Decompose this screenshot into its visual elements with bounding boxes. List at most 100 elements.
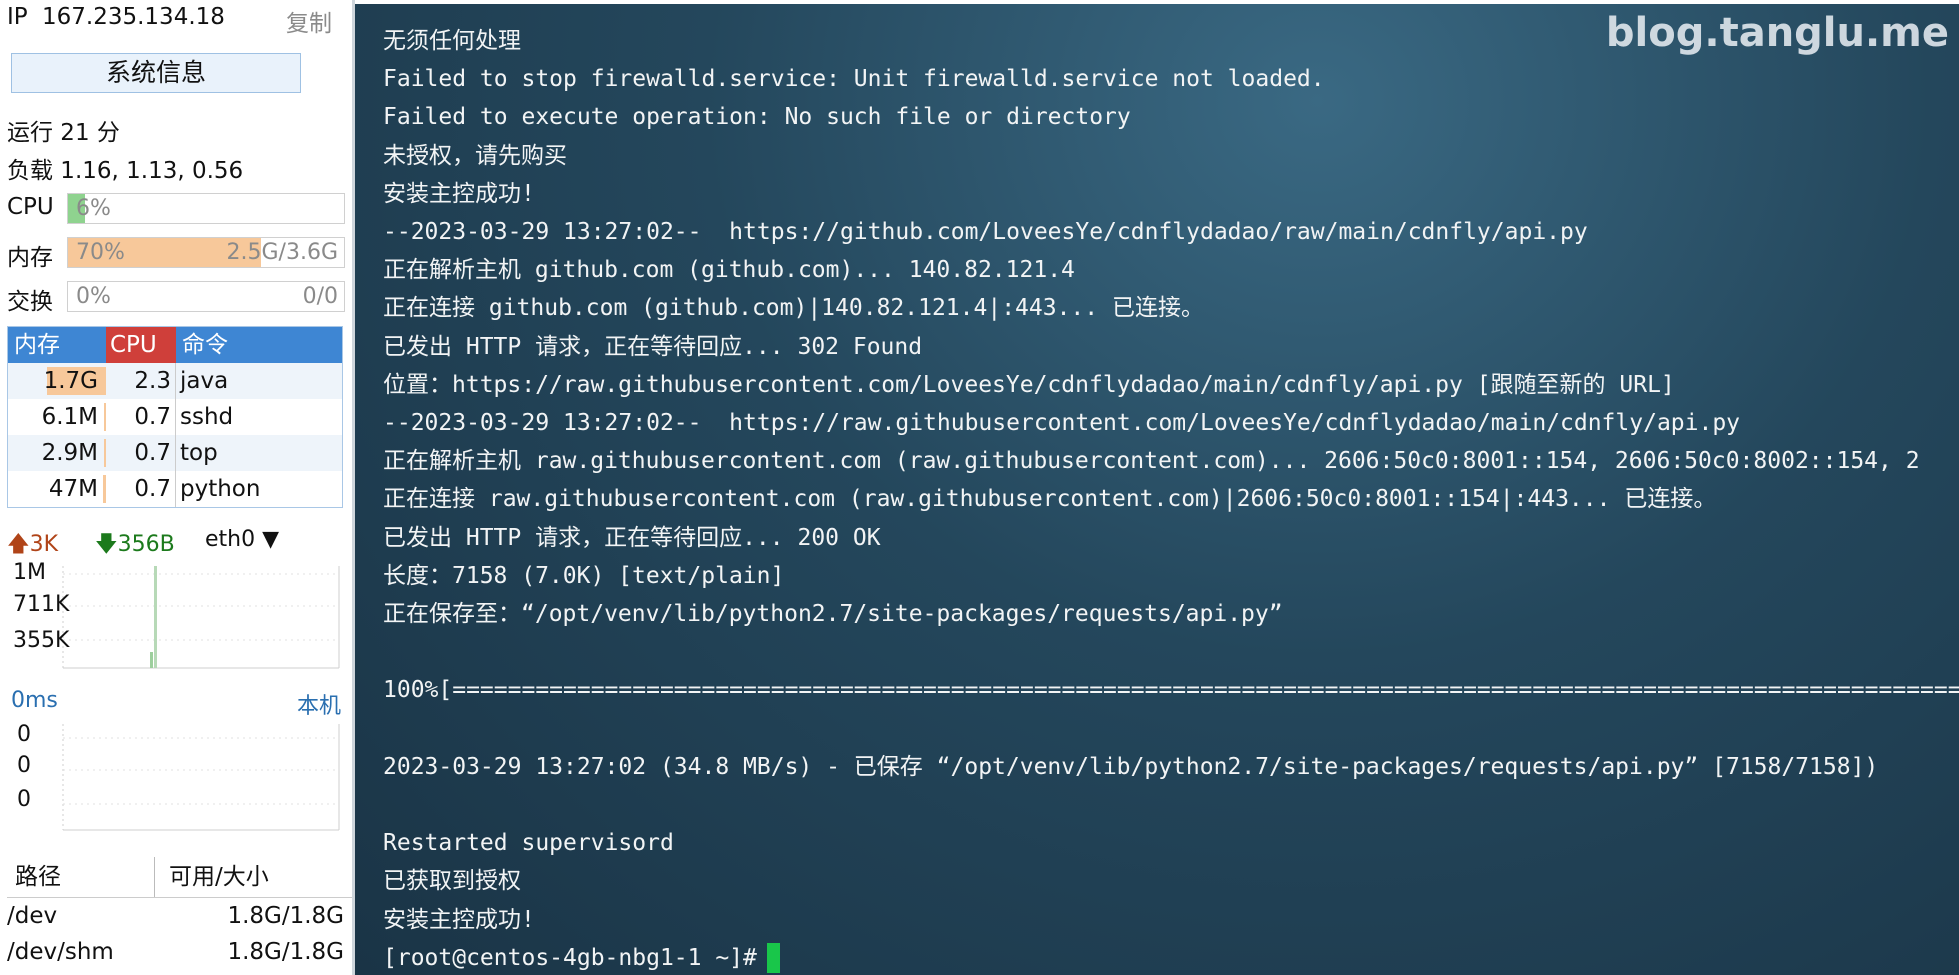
sort-by-cpu-header[interactable]: CPU bbox=[106, 327, 176, 363]
terminal-line: 长度：7158 (7.0K) [text/plain] bbox=[383, 563, 785, 589]
memory-usage: 2.5G/3.6G bbox=[226, 240, 338, 265]
terminal-line: 安装主控成功! bbox=[383, 907, 535, 933]
terminal-line: 正在解析主机 raw.githubusercontent.com (raw.gi… bbox=[383, 448, 1920, 474]
disk-size: 1.8G/1.8G bbox=[227, 939, 344, 965]
memory-label: 内存 bbox=[7, 245, 53, 271]
sort-by-memory-header[interactable]: 内存 bbox=[8, 327, 106, 363]
process-memory: 6.1M bbox=[8, 399, 106, 435]
terminal-line: 正在保存至：“/opt/venv/lib/python2.7/site-pack… bbox=[383, 601, 1283, 627]
terminal-line: 位置：https://raw.githubusercontent.com/Lov… bbox=[383, 372, 1675, 398]
disk-row: /dev 1.8G/1.8G bbox=[7, 898, 352, 934]
ping-latency: 0ms bbox=[11, 688, 58, 713]
uptime-text: 运行 21 分 bbox=[7, 120, 120, 146]
swap-meter-row: 交换 0% 0/0 bbox=[7, 281, 345, 315]
watermark: blog.tanglu.me bbox=[1605, 10, 1949, 56]
system-info-button[interactable]: 系统信息 bbox=[11, 53, 301, 93]
terminal-line: Failed to execute operation: No such fil… bbox=[383, 104, 1131, 130]
cpu-label: CPU bbox=[7, 194, 54, 220]
ping-host-link[interactable]: 本机 bbox=[297, 688, 341, 720]
interface-dropdown[interactable]: eth0 ▼ bbox=[205, 527, 279, 552]
process-memory: 1.7G bbox=[8, 363, 106, 399]
swap-percent: 0% bbox=[76, 284, 111, 309]
process-table-header: 内存 CPU 命令 bbox=[8, 327, 342, 363]
disk-size-header[interactable]: 可用/大小 bbox=[155, 857, 352, 897]
process-memory-value: 2.9M bbox=[41, 440, 98, 466]
terminal-line: 已发出 HTTP 请求，正在等待回应... 200 OK bbox=[383, 525, 881, 551]
chart-y-label: 1M bbox=[13, 560, 46, 585]
caret-down-icon: ▼ bbox=[262, 527, 280, 552]
disk-table: 路径 可用/大小 /dev 1.8G/1.8G /dev/shm 1.8G/1.… bbox=[7, 857, 352, 970]
swap-usage: 0/0 bbox=[302, 284, 338, 309]
process-memory-value: 1.7G bbox=[43, 368, 98, 394]
ping-y-label: 0 bbox=[17, 722, 31, 747]
terminal-line: Restarted supervisord bbox=[383, 830, 674, 856]
process-memory: 47M bbox=[8, 471, 106, 507]
ip-label: IP bbox=[7, 4, 28, 30]
disk-path: /dev bbox=[7, 903, 58, 929]
process-memory-value: 6.1M bbox=[41, 404, 98, 430]
ip-row: IP 167.235.134.18 复制 bbox=[0, 4, 352, 37]
ping-y-label: 0 bbox=[17, 787, 31, 812]
upload-speed-value: 3K bbox=[29, 532, 59, 557]
process-cpu: 2.3 bbox=[106, 363, 176, 399]
load-text: 负载 1.16, 1.13, 0.56 bbox=[7, 158, 244, 184]
terminal-line: 2023-03-29 13:27:02 (34.8 MB/s) - 已保存 “/… bbox=[383, 754, 1879, 780]
copy-ip-button[interactable]: 复制 bbox=[286, 4, 332, 38]
process-cpu: 0.7 bbox=[106, 471, 176, 507]
terminal-line: --2023-03-29 13:27:02-- https://raw.gith… bbox=[383, 410, 1741, 436]
disk-table-header: 路径 可用/大小 bbox=[7, 857, 352, 898]
shell-prompt: [root@centos-4gb-nbg1-1 ~]# bbox=[383, 945, 757, 971]
arrow-down-icon: 🡇 bbox=[95, 532, 118, 557]
chart-y-label: 355K bbox=[13, 628, 70, 653]
traffic-bar bbox=[150, 652, 153, 668]
terminal-line: 已发出 HTTP 请求，正在等待回应... 302 Found bbox=[383, 334, 923, 360]
process-command: python bbox=[180, 476, 261, 502]
process-row[interactable]: 2.9M 0.7 top bbox=[8, 435, 342, 471]
disk-size: 1.8G/1.8G bbox=[227, 903, 344, 929]
disk-path-header[interactable]: 路径 bbox=[7, 857, 155, 897]
terminal-line: 已获取到授权 bbox=[383, 868, 521, 894]
process-row[interactable]: 1.7G 2.3 java bbox=[8, 363, 342, 399]
disk-path: /dev/shm bbox=[7, 939, 114, 965]
terminal-panel[interactable]: blog.tanglu.me 无须任何处理 Failed to stop fire… bbox=[355, 4, 1959, 975]
ping-y-label: 0 bbox=[17, 753, 31, 778]
process-memory-value: 47M bbox=[48, 476, 98, 502]
cpu-percent: 6% bbox=[76, 196, 111, 221]
command-header[interactable]: 命令 bbox=[176, 327, 342, 363]
terminal-line: 安装主控成功! bbox=[383, 181, 535, 207]
network-speed-row: 🡅3K 🡇356B eth0 ▼ bbox=[7, 527, 342, 557]
download-speed-value: 356B bbox=[117, 532, 175, 557]
prompt-line[interactable]: [root@centos-4gb-nbg1-1 ~]# bbox=[383, 943, 780, 973]
terminal-line: 100%[===================================… bbox=[383, 677, 1959, 703]
ping-chart-svg bbox=[62, 724, 340, 831]
terminal-line: 无须任何处理 bbox=[383, 28, 521, 54]
process-command: top bbox=[180, 440, 218, 466]
memory-percent: 70% bbox=[76, 240, 125, 265]
swap-meter: 0% 0/0 bbox=[67, 281, 345, 312]
network-traffic-chart: 1M 711K 355K bbox=[7, 560, 341, 670]
memory-meter: 70% 2.5G/3.6G bbox=[67, 237, 345, 268]
terminal-line: 未授权，请先购买 bbox=[383, 143, 567, 169]
process-memory: 2.9M bbox=[8, 435, 106, 471]
process-row[interactable]: 6.1M 0.7 sshd bbox=[8, 399, 342, 435]
memory-meter-row: 内存 70% 2.5G/3.6G bbox=[7, 237, 345, 271]
process-cpu: 0.7 bbox=[106, 399, 176, 435]
chart-y-label: 711K bbox=[13, 592, 70, 617]
arrow-up-icon: 🡅 bbox=[7, 532, 30, 557]
cpu-meter: 6% bbox=[67, 193, 345, 224]
swap-label: 交换 bbox=[7, 289, 53, 315]
ping-row: 0ms 本机 bbox=[11, 688, 341, 720]
status-sidebar: IP 167.235.134.18 复制 系统信息 运行 21 分 负载 1.1… bbox=[0, 0, 352, 975]
terminal-line: 正在连接 raw.githubusercontent.com (raw.gith… bbox=[383, 486, 1717, 512]
terminal-line: 正在解析主机 github.com (github.com)... 140.82… bbox=[383, 257, 1075, 283]
process-command: sshd bbox=[180, 404, 234, 430]
cpu-meter-row: CPU 6% bbox=[7, 193, 345, 225]
process-cpu: 0.7 bbox=[106, 435, 176, 471]
interface-name: eth0 bbox=[205, 527, 256, 552]
ip-address: 167.235.134.18 bbox=[42, 4, 225, 30]
terminal-line: Failed to stop firewalld.service: Unit f… bbox=[383, 66, 1325, 92]
process-command: java bbox=[180, 368, 229, 394]
traffic-spike-bar bbox=[154, 566, 157, 668]
process-row[interactable]: 47M 0.7 python bbox=[8, 471, 342, 507]
process-table: 内存 CPU 命令 1.7G 2.3 java 6.1M 0.7 sshd 2.9M 0.7 t… bbox=[7, 326, 343, 508]
